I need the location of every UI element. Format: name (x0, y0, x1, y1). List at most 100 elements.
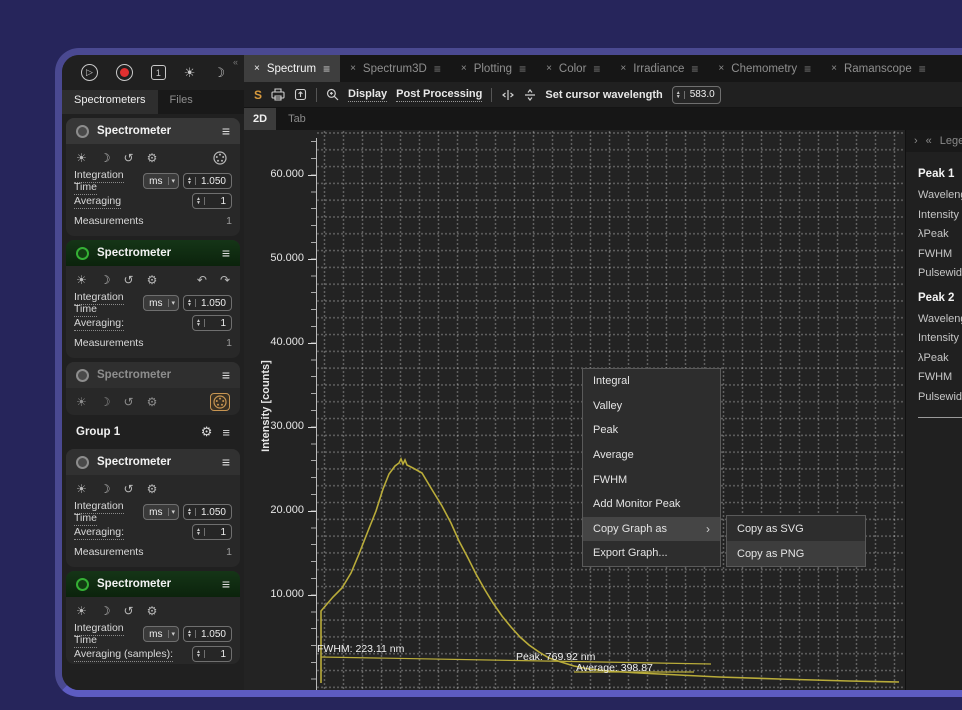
tab-menu-icon[interactable]: ≡ (691, 62, 698, 76)
close-icon[interactable]: × (620, 63, 626, 74)
dark-icon[interactable]: ☽ (100, 482, 111, 496)
dark-icon[interactable]: ☽ (100, 604, 111, 618)
reset-icon[interactable]: ↺ (124, 151, 134, 165)
averaging-stepper[interactable]: ▲▼1 (192, 524, 232, 540)
menu-item-valley[interactable]: Valley (583, 394, 720, 419)
settings-icon[interactable]: ⚙ (147, 151, 158, 165)
dark-icon[interactable]: ☽ (100, 395, 111, 409)
cursor-wavelength-stepper[interactable]: ▲▼ 583.0 (672, 86, 721, 104)
brightness-icon[interactable]: ☀ (76, 482, 87, 496)
post-processing-button[interactable]: Post Processing (396, 88, 482, 102)
aperture-icon[interactable] (210, 149, 230, 167)
menu-item-integral[interactable]: Integral (583, 369, 720, 394)
split-horizontal-icon[interactable] (501, 89, 515, 101)
zoom-icon[interactable] (326, 88, 339, 101)
export-button[interactable] (294, 88, 307, 101)
group-settings-icon[interactable]: ⚙ (201, 424, 213, 440)
tab-menu-icon[interactable]: ≡ (323, 62, 330, 76)
settings-icon[interactable]: ⚙ (147, 482, 158, 496)
sidebar-collapse-icon[interactable]: « (233, 57, 238, 67)
tab-spectrum3d[interactable]: × Spectrum3D ≡ (340, 55, 451, 82)
averaging-stepper[interactable]: ▲▼1 (192, 193, 232, 209)
brightness-icon[interactable]: ☀ (76, 151, 87, 165)
integration-time-stepper[interactable]: ▲▼1.050 (183, 626, 232, 642)
brightness-icon[interactable]: ☀ (76, 604, 87, 618)
panel-menu-icon[interactable]: ≡ (222, 454, 230, 470)
collapse-icon[interactable]: « (926, 135, 932, 147)
tab-color[interactable]: × Color ≡ (536, 55, 610, 82)
tab-generic[interactable]: Tab (276, 113, 318, 125)
tab-chemometry[interactable]: × Chemometry ≡ (708, 55, 821, 82)
tab-2d[interactable]: 2D (244, 108, 276, 130)
tab-spectrometers[interactable]: Spectrometers (62, 90, 158, 114)
tab-spectrum[interactable]: × Spectrum ≡ (244, 55, 340, 82)
panel-menu-icon[interactable]: ≡ (222, 245, 230, 261)
tab-menu-icon[interactable]: ≡ (804, 62, 811, 76)
menu-item-add-monitor-peak[interactable]: Add Monitor Peak (583, 492, 720, 517)
play-icon[interactable]: ▷ (81, 64, 98, 81)
integration-time-stepper[interactable]: ▲▼1.050 (183, 504, 232, 520)
group-row[interactable]: Group 1 ⚙ ≡ (66, 419, 240, 445)
menu-item-average[interactable]: Average (583, 443, 720, 468)
reset-icon[interactable]: ↺ (124, 604, 134, 618)
single-measurement-icon[interactable]: 1 (151, 65, 166, 80)
unit-dropdown[interactable]: ms▾ (143, 626, 179, 642)
group-menu-icon[interactable]: ≡ (222, 425, 230, 440)
tab-menu-icon[interactable]: ≡ (519, 62, 526, 76)
aperture-icon-active[interactable] (210, 393, 230, 411)
settings-icon[interactable]: ⚙ (147, 273, 158, 287)
close-icon[interactable]: × (831, 63, 837, 74)
tab-files[interactable]: Files (158, 90, 205, 114)
display-button[interactable]: Display (348, 88, 387, 102)
split-vertical-icon[interactable] (524, 88, 536, 102)
close-icon[interactable]: × (254, 63, 260, 74)
settings-icon[interactable]: ⚙ (147, 395, 158, 409)
settings-icon[interactable]: ⚙ (147, 604, 158, 618)
close-icon[interactable]: × (718, 63, 724, 74)
reset-icon[interactable]: ↺ (124, 273, 134, 287)
close-icon[interactable]: × (350, 63, 356, 74)
brightness-icon[interactable]: ☀ (76, 395, 87, 409)
unit-dropdown[interactable]: ms▾ (143, 295, 179, 311)
menu-item-copy-graph-as[interactable]: Copy Graph as › (583, 517, 720, 542)
panel-header[interactable]: Spectrometer ≡ (66, 118, 240, 144)
integration-time-stepper[interactable]: ▲▼1.050 (183, 295, 232, 311)
tab-menu-icon[interactable]: ≡ (919, 62, 926, 76)
dark-mode-icon[interactable]: ☽ (213, 66, 225, 79)
expand-icon[interactable]: › (914, 135, 918, 147)
menu-item-copy-as-png[interactable]: Copy as PNG (727, 541, 865, 566)
close-icon[interactable]: × (546, 63, 552, 74)
brightness-icon[interactable]: ☀ (184, 66, 196, 79)
menu-item-copy-as-svg[interactable]: Copy as SVG (727, 516, 865, 541)
panel-header[interactable]: Spectrometer ≡ (66, 571, 240, 597)
tab-ramanscope[interactable]: × Ramanscope ≡ (821, 55, 936, 82)
panel-menu-icon[interactable]: ≡ (222, 576, 230, 592)
undo-icon[interactable]: ↶ (197, 273, 207, 287)
chart-area[interactable]: 60.000 50.000 40.000 30.000 20.000 10.00… (244, 130, 905, 690)
close-icon[interactable]: × (461, 63, 467, 74)
tab-irradiance[interactable]: × Irradiance ≡ (610, 55, 708, 82)
unit-dropdown[interactable]: ms▾ (143, 504, 179, 520)
reset-icon[interactable]: ↺ (124, 482, 134, 496)
panel-menu-icon[interactable]: ≡ (222, 367, 230, 383)
tab-plotting[interactable]: × Plotting ≡ (451, 55, 536, 82)
brightness-icon[interactable]: ☀ (76, 273, 87, 287)
panel-header[interactable]: Spectrometer ≡ (66, 362, 240, 388)
averaging-stepper[interactable]: ▲▼1 (192, 646, 232, 662)
panel-menu-icon[interactable]: ≡ (222, 123, 230, 139)
averaging-stepper[interactable]: ▲▼1 (192, 315, 232, 331)
redo-icon[interactable]: ↷ (220, 273, 230, 287)
menu-item-export-graph[interactable]: Export Graph... (583, 541, 720, 566)
integration-time-stepper[interactable]: ▲▼1.050 (183, 173, 232, 189)
menu-item-fwhm[interactable]: FWHM (583, 467, 720, 492)
tab-menu-icon[interactable]: ≡ (593, 62, 600, 76)
snapshot-button[interactable]: S (254, 88, 262, 102)
print-button[interactable] (271, 88, 285, 101)
record-icon[interactable] (116, 64, 133, 81)
menu-item-peak[interactable]: Peak (583, 418, 720, 443)
dark-icon[interactable]: ☽ (100, 151, 111, 165)
panel-header[interactable]: Spectrometer ≡ (66, 449, 240, 475)
dark-icon[interactable]: ☽ (100, 273, 111, 287)
tab-menu-icon[interactable]: ≡ (434, 62, 441, 76)
unit-dropdown[interactable]: ms▾ (143, 173, 179, 189)
